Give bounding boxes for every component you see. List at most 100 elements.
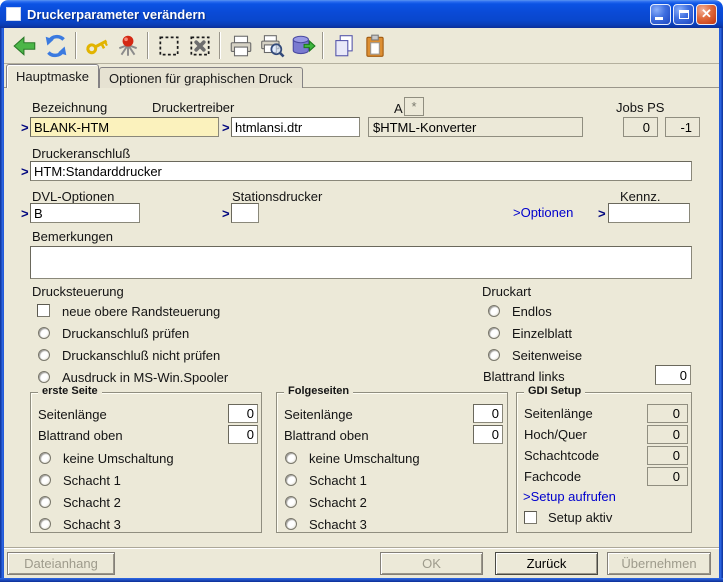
folgeseiten-blattrand-oben-input[interactable] <box>473 425 503 444</box>
close-icon: ✕ <box>697 6 716 22</box>
druckanschluss-nicht-pruefen-label: Druckanschluß nicht prüfen <box>62 348 220 363</box>
endlos-label: Endlos <box>512 304 552 319</box>
paste-icon[interactable] <box>359 31 390 61</box>
dialog-window: Druckerparameter verändern ✕ <box>0 0 723 582</box>
toolbar-separator <box>75 32 77 59</box>
a-flag-field: * <box>404 97 424 116</box>
gdi-seitenlaenge-label: Seitenlänge <box>524 406 593 421</box>
optionen-link[interactable]: >Optionen <box>513 205 573 220</box>
folgeseiten-schacht-2-radio[interactable] <box>285 496 297 508</box>
tab-label: Optionen für graphischen Druck <box>109 71 293 86</box>
ausdruck-ms-win-spooler-label: Ausdruck in MS-Win.Spooler <box>62 370 228 385</box>
bemerkungen-input[interactable] <box>30 246 692 279</box>
erste-seite-title: erste Seite <box>38 385 102 397</box>
export-icon[interactable] <box>287 31 318 61</box>
print-preview-icon[interactable] <box>256 31 287 61</box>
einzelblatt-radio[interactable] <box>488 327 500 339</box>
gdi-schachtcode-label: Schachtcode <box>524 448 599 463</box>
zurueck-button[interactable]: Zurück <box>495 552 598 575</box>
folgeseiten-keine-umschaltung-label: keine Umschaltung <box>309 451 420 466</box>
folgeseiten-schacht-3-label: Schacht 3 <box>309 517 367 532</box>
erste-seite-blattrand-oben-label: Blattrand oben <box>38 428 123 443</box>
window-icon <box>6 7 21 21</box>
setup-aufrufen-link[interactable]: >Setup aufrufen <box>523 489 616 504</box>
blattrand-links-label: Blattrand links <box>483 369 565 384</box>
kennz-input[interactable] <box>608 203 690 223</box>
kennz-label: Kennz. <box>620 189 660 204</box>
setup-aktiv-checkbox[interactable] <box>524 511 537 524</box>
window-frame-bottom <box>0 578 723 582</box>
erste-seite-schacht-3-radio[interactable] <box>39 518 51 530</box>
druckanschluss-pruefen-radio[interactable] <box>38 327 50 339</box>
selection-icon[interactable] <box>153 31 184 61</box>
refresh-icon[interactable] <box>40 31 71 61</box>
seitenweise-radio[interactable] <box>488 349 500 361</box>
erste-seite-seitenlaenge-label: Seitenlänge <box>38 407 107 422</box>
seitenweise-label: Seitenweise <box>512 348 582 363</box>
copy-icon[interactable] <box>328 31 359 61</box>
back-icon[interactable] <box>9 31 40 61</box>
erste-seite-blattrand-oben-input[interactable] <box>228 425 258 444</box>
toolbar <box>4 28 719 64</box>
erste-seite-schacht-2-label: Schacht 2 <box>63 495 121 510</box>
folgeseiten-schacht-1-radio[interactable] <box>285 474 297 486</box>
dvl-optionen-label: DVL-Optionen <box>32 189 114 204</box>
clear-selection-icon[interactable] <box>184 31 215 61</box>
tab-bar: Hauptmaske Optionen für graphischen Druc… <box>4 64 719 88</box>
toolbar-separator <box>219 32 221 59</box>
tab-hauptmaske[interactable]: Hauptmaske <box>6 64 99 88</box>
ausdruck-ms-win-spooler-radio[interactable] <box>38 371 50 383</box>
erste-seite-schacht-1-label: Schacht 1 <box>63 473 121 488</box>
tab-optionen-graphischer-druck[interactable]: Optionen für graphischen Druck <box>99 67 303 88</box>
endlos-radio[interactable] <box>488 305 500 317</box>
window-title: Druckerparameter verändern <box>27 7 648 22</box>
bezeichnung-input[interactable] <box>30 117 219 137</box>
einzelblatt-label: Einzelblatt <box>512 326 572 341</box>
gdi-hoch-quer-field: 0 <box>647 425 688 444</box>
field-prefix: > <box>598 206 606 221</box>
folgeseiten-schacht-2-label: Schacht 2 <box>309 495 367 510</box>
toolbar-separator <box>322 32 324 59</box>
folgeseiten-schacht-1-label: Schacht 1 <box>309 473 367 488</box>
window-frame-left <box>0 26 4 582</box>
druckanschluss-pruefen-label: Druckanschluß prüfen <box>62 326 189 341</box>
folgeseiten-keine-umschaltung-radio[interactable] <box>285 452 297 464</box>
dvl-optionen-input[interactable] <box>30 203 140 223</box>
print-icon[interactable] <box>225 31 256 61</box>
field-prefix: > <box>21 120 29 135</box>
field-prefix: > <box>222 206 230 221</box>
dateianhang-button[interactable]: Dateianhang <box>7 552 115 575</box>
neue-obere-randsteuerung-checkbox[interactable] <box>37 304 50 317</box>
erste-seite-schacht-2-radio[interactable] <box>39 496 51 508</box>
folgeseiten-seitenlaenge-input[interactable] <box>473 404 503 423</box>
uebernehmen-button[interactable]: Übernehmen <box>607 552 711 575</box>
druckanschluss-nicht-pruefen-radio[interactable] <box>38 349 50 361</box>
blattrand-links-input[interactable] <box>655 365 691 385</box>
erste-seite-keine-umschaltung-label: keine Umschaltung <box>63 451 174 466</box>
stationsdrucker-input[interactable] <box>231 203 259 223</box>
gdi-setup-title: GDI Setup <box>524 385 585 397</box>
erste-seite-keine-umschaltung-radio[interactable] <box>39 452 51 464</box>
pin-icon[interactable] <box>112 31 143 61</box>
footer-separator <box>4 547 719 549</box>
ok-button[interactable]: OK <box>380 552 483 575</box>
erste-seite-seitenlaenge-input[interactable] <box>228 404 258 423</box>
druckertreiber-input[interactable] <box>231 117 360 137</box>
erste-seite-schacht-1-radio[interactable] <box>39 474 51 486</box>
title-bar: Druckerparameter verändern ✕ <box>0 0 723 28</box>
druckart-title: Druckart <box>482 284 531 299</box>
close-button[interactable]: ✕ <box>696 4 717 25</box>
erste-seite-schacht-3-label: Schacht 3 <box>63 517 121 532</box>
folgeseiten-schacht-3-radio[interactable] <box>285 518 297 530</box>
field-prefix: > <box>222 120 230 135</box>
window-frame-right <box>719 26 723 582</box>
gdi-seitenlaenge-field: 0 <box>647 404 688 423</box>
gdi-fachcode-label: Fachcode <box>524 469 581 484</box>
ps-field: -1 <box>665 117 700 137</box>
minimize-button[interactable] <box>650 4 671 25</box>
key-icon[interactable] <box>81 31 112 61</box>
druckeranschluss-label: Druckeranschluß <box>32 146 130 161</box>
druckeranschluss-input[interactable] <box>30 161 692 181</box>
gdi-fachcode-field: 0 <box>647 467 688 486</box>
maximize-button[interactable] <box>673 4 694 25</box>
